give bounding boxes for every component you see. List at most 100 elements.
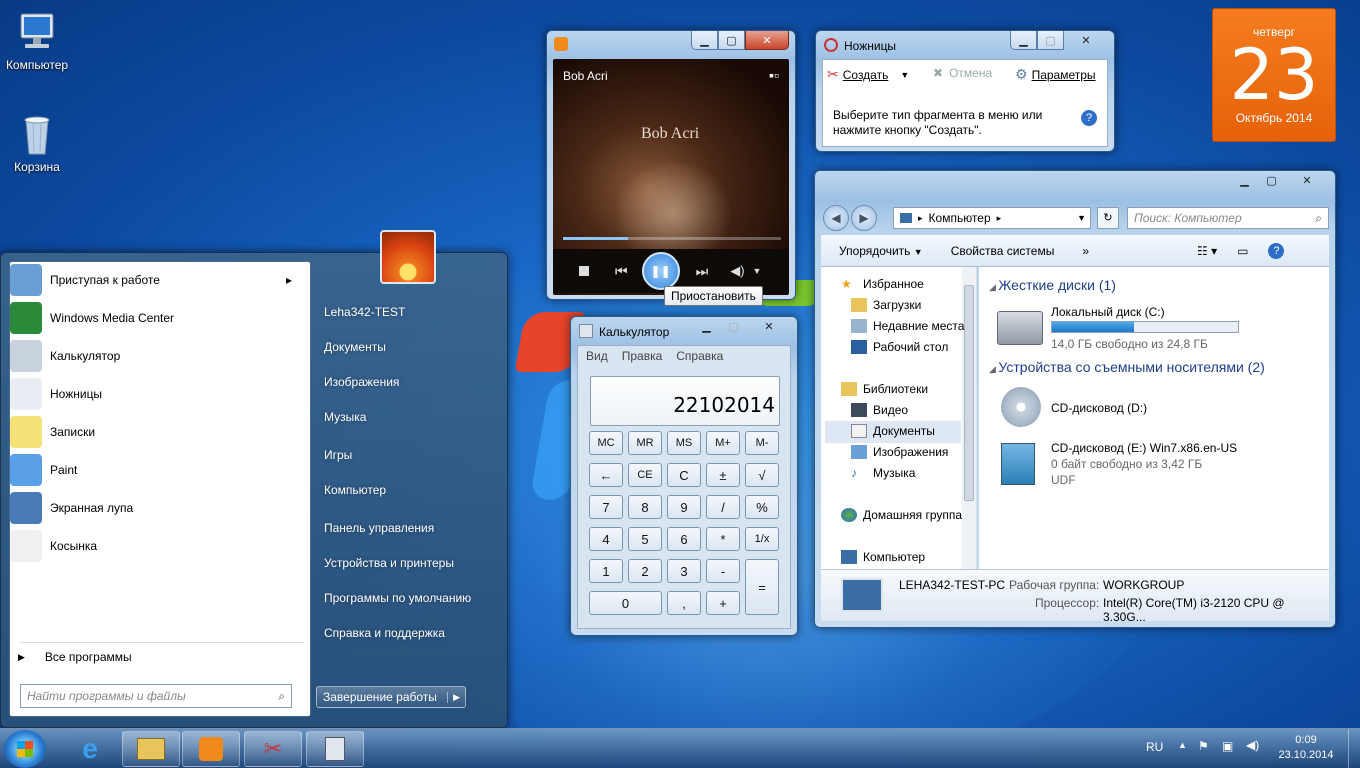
start-program-item[interactable]: Приступая к работе ▸ (10, 262, 300, 298)
new-snip-button[interactable]: ✂ Создать ▼ (827, 66, 909, 83)
action-center-flag-icon[interactable]: ⚑ (1198, 739, 1209, 753)
start-place-item[interactable]: Справка и поддержка (324, 626, 445, 640)
system-properties-button[interactable]: Свойства системы (951, 244, 1055, 258)
calc-key-plus-minus[interactable]: ± (706, 463, 740, 487)
start-program-item[interactable]: Косынка (10, 528, 300, 564)
desktop-icon-recycle-bin[interactable]: Корзина (0, 112, 74, 174)
nav-pictures[interactable]: Изображения (851, 445, 948, 459)
shutdown-options-icon[interactable]: ▶ (447, 691, 465, 703)
address-bar[interactable]: ▸ Компьютер ▸ ▼ (893, 207, 1091, 229)
nav-scrollbar[interactable] (962, 267, 976, 569)
calc-key-reciprocal[interactable]: 1/x (745, 527, 779, 551)
switch-to-library-icon[interactable]: ▪▫ (769, 67, 779, 83)
nav-music[interactable]: ♪ Музыка (851, 466, 915, 480)
all-programs-button[interactable]: ▶ Все программы (18, 650, 132, 664)
calc-key-7[interactable]: 7 (589, 495, 623, 519)
start-place-item[interactable]: Музыка (324, 410, 366, 424)
calc-key-2[interactable]: 2 (628, 559, 662, 583)
start-place-item[interactable]: Панель управления (324, 521, 434, 535)
calc-key-minus[interactable]: - (706, 559, 740, 583)
start-program-item[interactable]: Записки (10, 414, 300, 450)
nav-desktop[interactable]: Рабочий стол (851, 340, 948, 354)
next-icon[interactable]: ⏭ (696, 263, 709, 280)
taskbar-calculator[interactable] (306, 731, 364, 767)
start-place-item[interactable]: Leha342-TEST (324, 305, 405, 319)
calc-key-m+[interactable]: M+ (706, 431, 740, 455)
refresh-button[interactable]: ↻ (1097, 207, 1119, 229)
cancel-snip-button[interactable]: ✖ Отмена (933, 66, 992, 80)
search-icon[interactable]: ⌕ (278, 685, 285, 707)
start-program-item[interactable]: Paint (10, 452, 300, 488)
calculator-window[interactable]: Калькулятор ▁ ▢ ✕ Вид Правка Справка 221… (570, 316, 798, 636)
start-program-item[interactable]: Калькулятор (10, 338, 300, 374)
calc-key-plus[interactable]: + (706, 591, 740, 615)
local-disk-name[interactable]: Локальный диск (C:) (1051, 305, 1165, 319)
internet-explorer-icon[interactable]: e (70, 733, 110, 765)
calendar-gadget[interactable]: четверг 23 Октябрь 2014 (1212, 8, 1336, 142)
start-place-item[interactable]: Документы (324, 340, 386, 354)
minimize-button[interactable]: ▁ (693, 317, 720, 336)
calc-key-divide[interactable]: / (706, 495, 740, 519)
nav-libraries[interactable]: Библиотеки (841, 382, 928, 396)
maximize-button[interactable]: ▢ (720, 317, 747, 336)
volume-icon[interactable]: ◀) (1246, 738, 1259, 752)
close-button[interactable]: ✕ (1064, 31, 1108, 50)
options-button[interactable]: ⚙ Параметры (1015, 66, 1096, 83)
calc-key-5[interactable]: 5 (628, 527, 662, 551)
menu-help[interactable]: Справка (676, 349, 723, 363)
seek-bar[interactable] (563, 237, 781, 240)
nav-recent-places[interactable]: Недавние места (851, 319, 964, 333)
calc-key-ce[interactable]: CE (628, 463, 662, 487)
start-place-item[interactable]: Изображения (324, 375, 399, 389)
cd-drive-e-name[interactable]: CD-дисковод (E:) Win7.x86.en-US (1051, 441, 1237, 455)
menu-edit[interactable]: Правка (622, 349, 663, 363)
user-avatar[interactable] (380, 230, 436, 284)
nav-favorites[interactable]: ★ Избранное (841, 277, 924, 291)
address-dropdown-icon[interactable]: ▼ (1077, 213, 1086, 223)
system-clock[interactable]: 0:09 23.10.2014 (1278, 733, 1334, 763)
pause-button[interactable]: ❚❚ (641, 252, 680, 290)
calc-key-mc[interactable]: MC (589, 431, 623, 455)
calc-key-percent[interactable]: % (745, 495, 779, 519)
calc-key-multiply[interactable]: * (706, 527, 740, 551)
submenu-arrow-icon[interactable]: ▸ (286, 273, 292, 287)
explorer-window[interactable]: ▁ ▢ ✕ ◀ ▶ ▸ Компьютер ▸ ▼ ↻ Поиск: Компь… (814, 170, 1336, 628)
calc-key-m-[interactable]: M- (745, 431, 779, 455)
taskbar-explorer[interactable] (122, 731, 180, 767)
maximize-button[interactable]: ▢ (1258, 171, 1285, 190)
calc-key-sqrt[interactable]: √ (745, 463, 779, 487)
start-program-item[interactable]: Экранная лупа (10, 490, 300, 526)
hdd-group-header[interactable]: ◢ Жесткие диски (1) (989, 277, 1116, 293)
maximize-button[interactable]: ▢ (718, 31, 745, 50)
nav-computer[interactable]: Компьютер (841, 550, 925, 564)
close-button[interactable]: ✕ (1285, 171, 1329, 190)
taskbar-media-player[interactable] (182, 731, 240, 767)
start-place-item[interactable]: Программы по умолчанию (324, 591, 471, 605)
start-place-item[interactable]: Компьютер (324, 483, 386, 497)
menu-view[interactable]: Вид (586, 349, 608, 363)
preview-pane-icon[interactable]: ▭ (1237, 244, 1248, 258)
shutdown-button[interactable]: Завершение работы ▶ (316, 686, 466, 708)
calc-key-backspace[interactable]: ← (589, 463, 623, 487)
nav-documents[interactable]: Документы (851, 424, 935, 438)
search-icon[interactable]: ⌕ (1315, 208, 1322, 228)
media-player-window[interactable]: ▁ ▢ ✕ Bob Acri Bob Acri ▪▫ ⏮ ❚❚ ⏭ ◀) ▼ (546, 30, 796, 300)
desktop-icon-computer[interactable]: Компьютер (0, 10, 74, 72)
volume-dropdown-icon[interactable]: ▼ (753, 266, 762, 276)
more-commands-button[interactable]: » (1082, 244, 1089, 258)
taskbar-snipping-tool[interactable]: ✂ (244, 731, 302, 767)
previous-icon[interactable]: ⏮ (615, 263, 628, 280)
calc-key-6[interactable]: 6 (667, 527, 701, 551)
calc-key-decimal[interactable]: , (667, 591, 701, 615)
show-desktop-button[interactable] (1348, 729, 1360, 768)
calc-key-3[interactable]: 3 (667, 559, 701, 583)
view-options-icon[interactable]: ☷ ▾ (1197, 244, 1217, 258)
forward-button[interactable]: ▶ (851, 205, 877, 231)
show-hidden-icons-icon[interactable]: ▲ (1178, 740, 1187, 750)
help-icon[interactable]: ? (1268, 242, 1285, 259)
start-program-item[interactable]: Ножницы (10, 376, 300, 412)
maximize-button[interactable]: ▢ (1037, 31, 1064, 50)
start-button[interactable] (4, 730, 46, 768)
calc-key-ms[interactable]: MS (667, 431, 701, 455)
start-program-item[interactable]: Windows Media Center (10, 300, 300, 336)
